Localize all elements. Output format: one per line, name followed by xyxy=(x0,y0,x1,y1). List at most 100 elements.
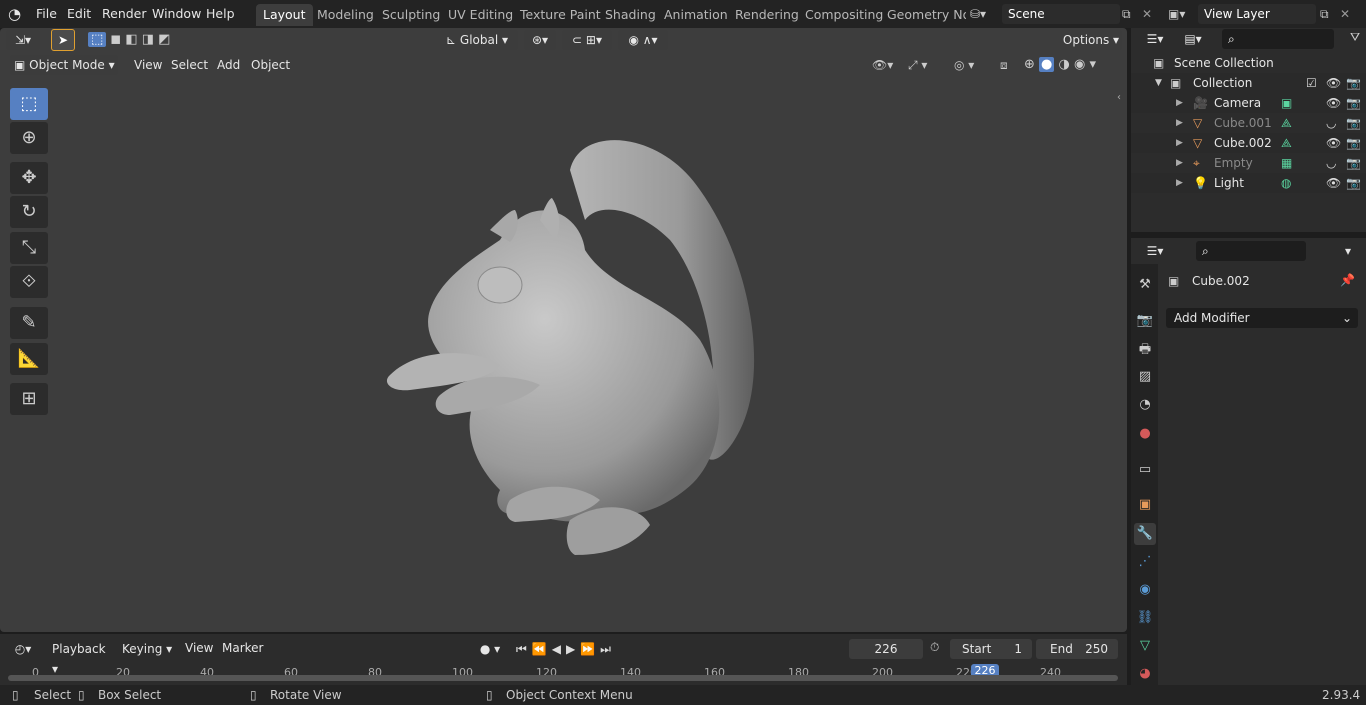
tab-compositing[interactable]: Compositing xyxy=(798,4,890,26)
pin-icon[interactable]: 📌 xyxy=(1340,273,1355,287)
view-layer-tab-icon[interactable]: ▨ xyxy=(1134,366,1156,388)
transform-icon[interactable]: ⟐ xyxy=(10,266,48,298)
outliner-item-cube002[interactable]: ▶ ▽ Cube.002 ⟁ 👁 📷 xyxy=(1131,133,1366,153)
tab-modeling[interactable]: Modeling xyxy=(310,4,381,26)
measure-icon[interactable]: 📐 xyxy=(10,343,48,375)
render-tab-icon[interactable]: 📷 xyxy=(1134,310,1156,332)
gizmo-icon[interactable]: ⤢ ▾ xyxy=(908,55,944,75)
constraints-tab-icon[interactable]: ⛓ xyxy=(1134,607,1156,629)
new-view-layer-icon[interactable]: ⧉ xyxy=(1320,4,1338,24)
view-layer-icon[interactable]: ▣▾ xyxy=(1168,4,1196,24)
viewport-menu-select[interactable]: Select xyxy=(165,56,214,74)
eye-icon[interactable]: 👁 xyxy=(1326,133,1341,153)
current-frame-field[interactable]: 226 xyxy=(849,639,923,659)
object-tab-icon[interactable]: ▣ xyxy=(1134,494,1156,516)
proportional-edit-icon[interactable]: ◉ ∧▾ xyxy=(618,30,668,50)
end-frame-field[interactable]: End 250 xyxy=(1036,639,1118,659)
blender-logo-icon[interactable]: ◔ xyxy=(8,5,28,23)
options-dropdown[interactable]: Options ▾ xyxy=(1060,30,1122,50)
viewport-menu-object[interactable]: Object xyxy=(245,56,296,74)
collection-tab-icon[interactable]: ▭ xyxy=(1134,459,1156,481)
render-camera-icon[interactable]: 📷 xyxy=(1346,133,1361,153)
tab-shading[interactable]: Shading xyxy=(598,4,663,26)
sidebar-toggle-icon[interactable]: ‹ xyxy=(1117,92,1121,103)
modifier-tab-icon[interactable]: 🔧 xyxy=(1134,523,1156,545)
object-data-icon[interactable]: ▦ xyxy=(1281,153,1292,173)
object-data-icon[interactable]: ⟁ xyxy=(1281,113,1292,133)
properties-options-icon[interactable]: ▾ xyxy=(1337,241,1359,261)
tab-texture-paint[interactable]: Texture Paint xyxy=(513,4,608,26)
rotate-icon[interactable]: ↻ xyxy=(10,196,48,228)
keying-menu[interactable]: Keying ▾ xyxy=(116,639,174,659)
pivot-icon[interactable]: ⊛▾ xyxy=(524,30,556,50)
object-data-icon[interactable]: ▣ xyxy=(1281,93,1292,113)
checkbox-icon[interactable]: ☑ xyxy=(1306,73,1317,93)
select-tool-icon[interactable]: ➤ xyxy=(51,29,75,51)
outliner-scene-collection[interactable]: ▣ Scene Collection xyxy=(1131,53,1366,73)
menu-file[interactable]: File xyxy=(36,5,57,23)
playback-controls-icons[interactable]: ⏮⏪◀▶⏩⏭ xyxy=(516,639,636,659)
xray-icon[interactable]: ⧈ xyxy=(1000,55,1018,75)
expand-icon[interactable]: ▶ xyxy=(1176,93,1183,113)
menu-edit[interactable]: Edit xyxy=(67,5,91,23)
outliner-item-cube001[interactable]: ▶ ▽ Cube.001 ⟁ ◡ 📷 xyxy=(1131,113,1366,133)
eye-icon[interactable]: 👁 xyxy=(1326,173,1341,193)
eye-icon[interactable]: 👁 xyxy=(1326,73,1341,93)
viewport-menu-add[interactable]: Add xyxy=(211,56,246,74)
world-tab-icon[interactable]: ● xyxy=(1134,423,1156,445)
timeline-menu-marker[interactable]: Marker xyxy=(216,639,269,657)
outliner-search-input[interactable]: ⌕ xyxy=(1222,29,1334,49)
timeline-scrollbar[interactable] xyxy=(8,675,1118,681)
outliner-item-camera[interactable]: ▶ 🎥 Camera ▣ 👁 📷 xyxy=(1131,93,1366,113)
view-layer-field[interactable]: View Layer xyxy=(1198,4,1316,24)
tab-rendering[interactable]: Rendering xyxy=(728,4,806,26)
expand-icon[interactable]: ▶ xyxy=(1176,133,1183,153)
eye-icon[interactable]: 👁 xyxy=(1326,93,1341,113)
object-data-icon[interactable]: ⟁ xyxy=(1281,133,1292,153)
overlay-icon[interactable]: ◎ ▾ xyxy=(954,55,990,75)
eye-closed-icon[interactable]: ◡ xyxy=(1326,113,1336,133)
render-camera-icon[interactable]: 📷 xyxy=(1346,73,1361,93)
visibility-icon[interactable]: 👁▾ xyxy=(872,55,902,75)
timeline-editor-type-icon[interactable]: ◴▾ xyxy=(6,639,40,659)
scene-tab-icon[interactable]: ◔ xyxy=(1134,394,1156,416)
tool-tab-icon[interactable]: ⚒ xyxy=(1134,274,1156,296)
render-camera-icon[interactable]: 📷 xyxy=(1346,153,1361,173)
delete-scene-icon[interactable]: ✕ xyxy=(1142,4,1160,24)
record-icon[interactable]: ● ▾ xyxy=(470,639,510,659)
data-tab-icon[interactable]: ▽ xyxy=(1134,635,1156,657)
tab-uv-editing[interactable]: UV Editing xyxy=(441,4,520,26)
tab-layout[interactable]: Layout xyxy=(256,4,313,26)
editor-type-icon[interactable]: ⇲▾ xyxy=(6,30,40,50)
squirrel-mesh[interactable] xyxy=(370,130,780,570)
expand-icon[interactable]: ▼ xyxy=(1155,73,1162,93)
outliner-item-light[interactable]: ▶ 💡 Light ◍ 👁 📷 xyxy=(1131,173,1366,193)
playback-menu[interactable]: Playback ▾ xyxy=(46,639,114,676)
new-scene-icon[interactable]: ⧉ xyxy=(1122,4,1140,24)
menu-help[interactable]: Help xyxy=(206,5,235,23)
start-frame-field[interactable]: Start 1 xyxy=(950,639,1032,659)
expand-icon[interactable]: ▶ xyxy=(1176,173,1183,193)
timeline-menu-view[interactable]: View xyxy=(179,639,219,657)
scene-selector-icon[interactable]: ⛁▾ xyxy=(970,4,1000,24)
tab-sculpting[interactable]: Sculpting xyxy=(375,4,447,26)
expand-icon[interactable]: ▶ xyxy=(1176,153,1183,173)
scale-icon[interactable]: ⤡ xyxy=(10,232,48,264)
tab-animation[interactable]: Animation xyxy=(657,4,735,26)
object-data-icon[interactable]: ◍ xyxy=(1281,173,1291,193)
properties-editor-type-icon[interactable]: ☰▾ xyxy=(1138,241,1172,261)
scene-field[interactable]: Scene xyxy=(1002,4,1120,24)
render-camera-icon[interactable]: 📷 xyxy=(1346,93,1361,113)
viewport-menu-view[interactable]: View xyxy=(128,56,168,74)
cursor-icon[interactable]: ⊕ xyxy=(10,122,48,154)
menu-window[interactable]: Window xyxy=(152,5,201,23)
delete-view-layer-icon[interactable]: ✕ xyxy=(1340,4,1358,24)
select-box-icon[interactable]: ⬚ xyxy=(10,88,48,120)
annotate-icon[interactable]: ✎ xyxy=(10,307,48,339)
physics-tab-icon[interactable]: ◉ xyxy=(1134,579,1156,601)
orientation-dropdown[interactable]: ⊾ Global ▾ xyxy=(440,30,518,50)
render-camera-icon[interactable]: 📷 xyxy=(1346,173,1361,193)
outliner-item-empty[interactable]: ▶ ⌖ Empty ▦ ◡ 📷 xyxy=(1131,153,1366,173)
expand-icon[interactable]: ▶ xyxy=(1176,113,1183,133)
eye-closed-icon[interactable]: ◡ xyxy=(1326,153,1336,173)
